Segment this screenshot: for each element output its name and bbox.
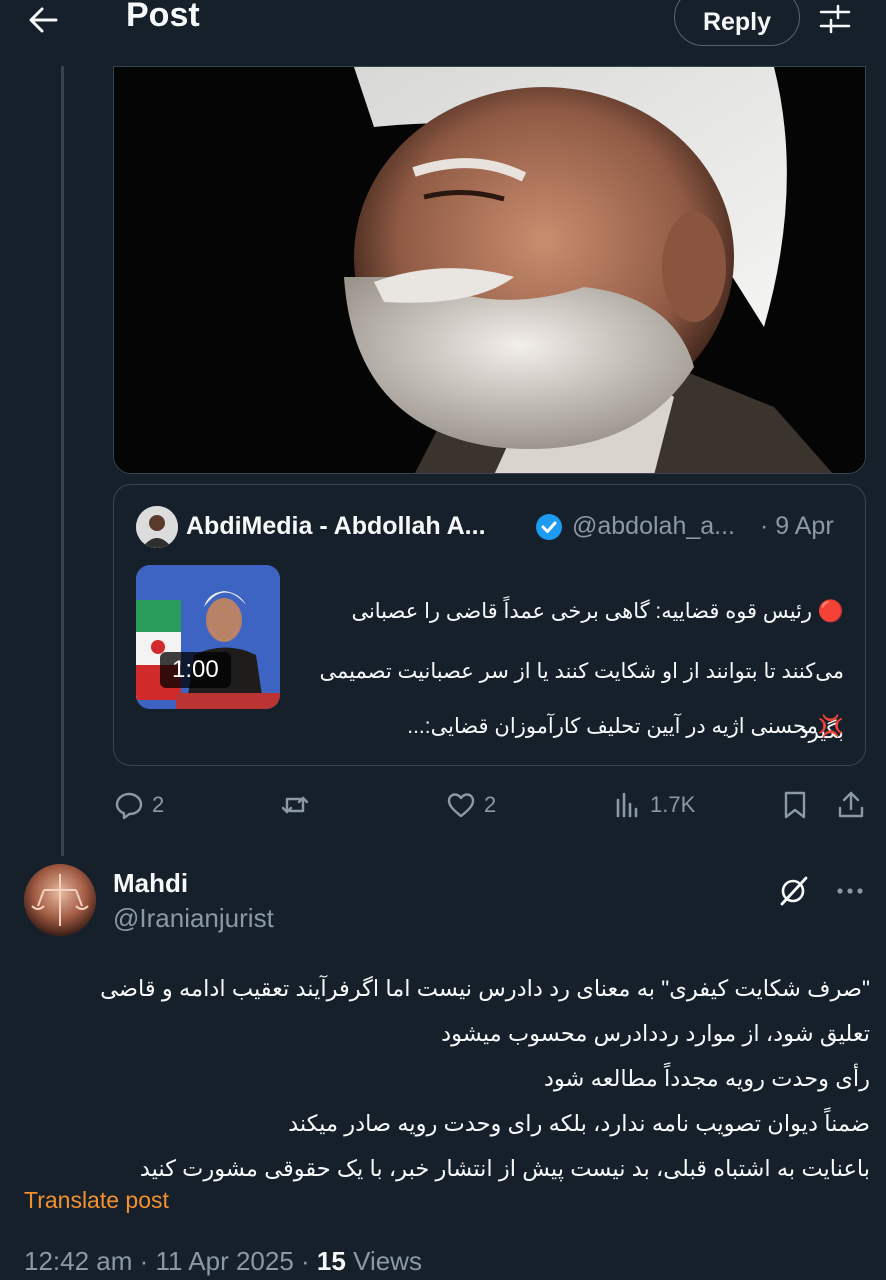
thread-line [61, 66, 64, 856]
repost-button[interactable] [280, 790, 310, 820]
reply-text: "صرف شکایت کیفری" به معنای رد دادرس نیست… [24, 966, 870, 1191]
quote-date[interactable]: · 9 Apr [760, 512, 834, 541]
views-button[interactable]: 1.7K [612, 790, 695, 820]
reply-author-handle[interactable]: @Iranianjurist [113, 903, 274, 934]
quote-text: 🔴 رئیس قوه قضاییه: گاهی برخی عمداً قاضی … [296, 567, 845, 777]
post-timestamp[interactable]: 12:42 am · 11 Apr 2025 · [24, 1246, 317, 1276]
quote-text-line: 🔴 رئیس قوه قضاییه: گاهی برخی عمداً قاضی … [351, 600, 844, 623]
views-label: Views [345, 1246, 422, 1276]
retweet-icon [281, 796, 309, 814]
views-number: 15 [316, 1246, 346, 1276]
verified-badge-icon [536, 514, 562, 540]
views-icon [616, 792, 638, 818]
like-icon [447, 793, 475, 818]
reply-author-name[interactable]: Mahdi [113, 868, 188, 899]
back-arrow-icon[interactable] [26, 4, 62, 36]
post-metadata: 12:42 am · 11 Apr 2025 · 15 Views [24, 1246, 422, 1277]
bookmark-button[interactable] [780, 790, 810, 820]
quote-author-name[interactable]: AbdiMedia - Abdollah A... [186, 512, 486, 541]
filter-icon[interactable] [818, 4, 852, 34]
reply-count: 2 [152, 792, 165, 817]
post-image[interactable] [113, 66, 866, 474]
quote-text-line: می‌کنند تا بتوانند از او شکایت کنند یا ا… [319, 660, 845, 683]
reply-text-line: باعنایت به اشتباه قبلی، بد نیست پیش از ا… [139, 1156, 870, 1181]
quote-text-line: 💢محسنی اژیه در آیین تحلیف کارآموزان قضای… [407, 715, 844, 738]
more-icon[interactable] [834, 876, 866, 906]
page-title: Post [126, 0, 200, 34]
like-count: 2 [484, 792, 497, 817]
like-button[interactable]: 2 [446, 790, 496, 820]
bookmark-icon [784, 791, 806, 819]
reply-action-button[interactable]: 2 [114, 790, 164, 820]
share-icon [838, 791, 864, 818]
quote-author-handle[interactable]: @abdolah_a... [572, 512, 735, 541]
reply-text-line: "صرف شکایت کیفری" به معنای رد دادرس نیست… [100, 976, 870, 1001]
reply-button[interactable]: Reply [674, 0, 800, 46]
reply-text-line: تعلیق شود، از موارد رددادرس محسوب میشود [441, 1021, 870, 1046]
reply-avatar[interactable] [24, 864, 96, 936]
reply-text-line: رأی وحدت رویه مجدداً مطالعه شود [543, 1066, 870, 1091]
translate-post-link[interactable]: Translate post [24, 1187, 169, 1214]
video-duration-badge: 1:00 [160, 652, 231, 688]
share-button[interactable] [836, 790, 866, 820]
views-count: 1.7K [650, 792, 696, 817]
reply-text-line: ضمناً دیوان تصویب نامه ندارد، بلکه رای و… [288, 1111, 870, 1136]
grok-icon[interactable] [776, 874, 810, 908]
reply-icon [115, 792, 143, 820]
quote-avatar[interactable] [136, 506, 178, 548]
